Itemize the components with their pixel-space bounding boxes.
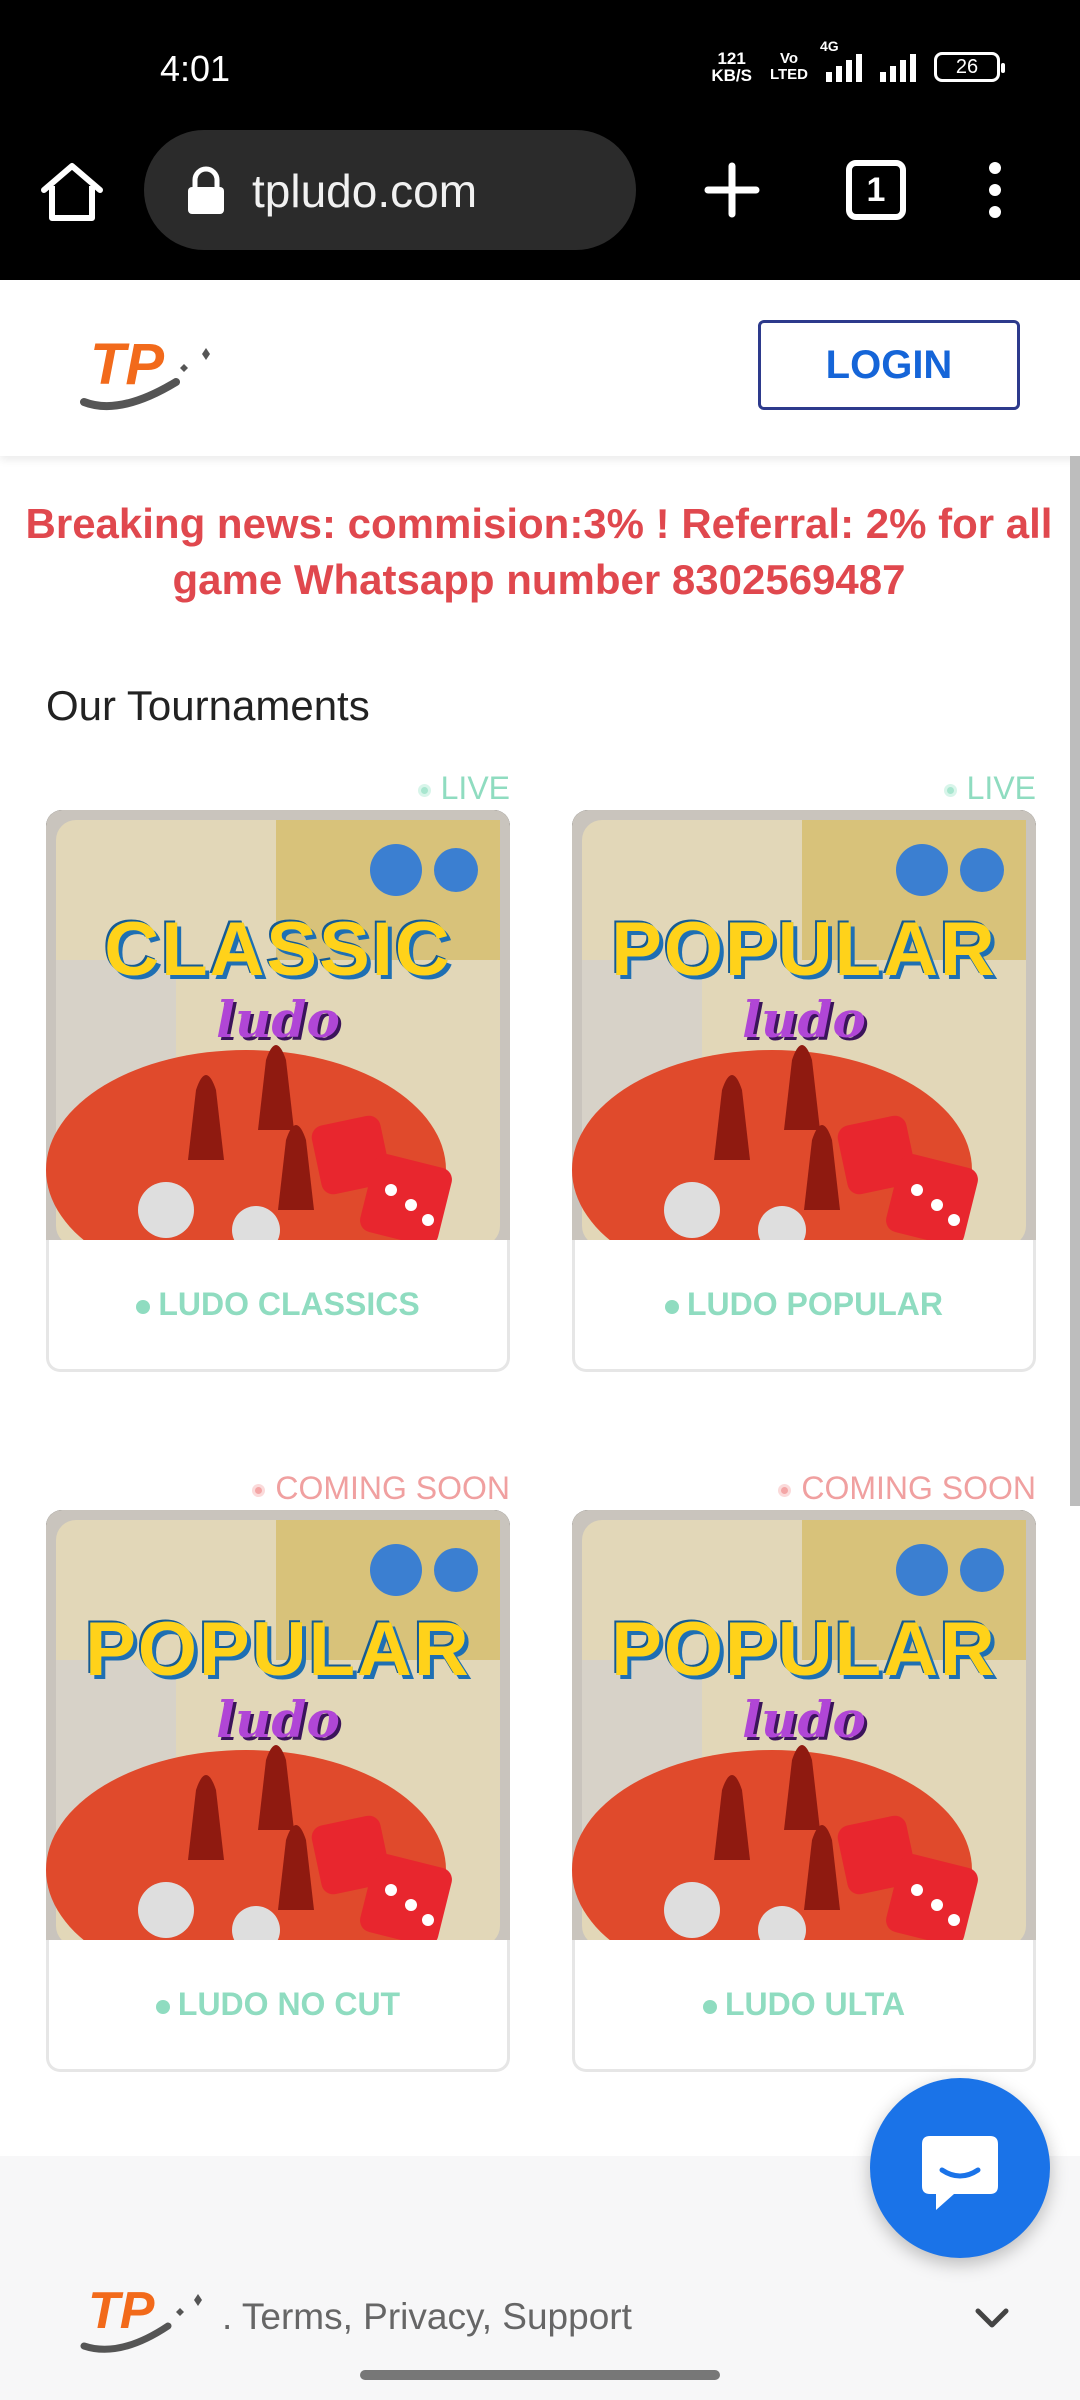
art-title: POPULAR (611, 907, 997, 992)
net-speed-value: 121 (717, 49, 746, 68)
net-speed: 121 KB/S (711, 50, 752, 84)
plus-icon[interactable] (702, 160, 762, 220)
status-label: COMING SOON (801, 1470, 1036, 1506)
signal-bars-2-icon (880, 52, 916, 82)
name-dot (702, 1999, 717, 2014)
chevron-down-icon[interactable] (972, 2298, 1012, 2338)
tabs-icon[interactable]: 1 (846, 160, 906, 220)
volte-top: Vo (779, 50, 798, 67)
chat-button[interactable] (870, 2078, 1050, 2258)
battery-icon: 26 (934, 52, 1005, 82)
art-title: POPULAR (611, 1607, 997, 1692)
card-name: LUDO CLASSICS (158, 1286, 420, 1322)
lock-icon (188, 166, 224, 214)
status-label: LIVE (440, 770, 510, 806)
volte-indicator: Vo LTED (770, 51, 808, 83)
card-name: LUDO POPULAR (687, 1286, 943, 1322)
name-dot (136, 1299, 151, 1314)
site-header: TP LOGIN (0, 280, 1080, 456)
tp-logo[interactable]: TP (80, 324, 220, 416)
url-text: tpludo.com (252, 165, 478, 217)
status-badge: LIVE (943, 770, 1036, 807)
status-badge: COMING SOON (778, 1470, 1036, 1507)
soon-dot (252, 1484, 266, 1498)
tournaments-title: Our Tournaments (46, 682, 370, 729)
status-label: LIVE (966, 770, 1036, 806)
chat-icon (922, 2136, 998, 2210)
art-subtitle: ludo (216, 1690, 340, 1749)
art-subtitle: ludo (216, 990, 340, 1049)
card-footer[interactable]: LUDO NO CUT (46, 1940, 510, 2072)
game-thumbnail[interactable]: CLASSIC ludo (46, 810, 510, 1256)
breaking-news: Breaking news: commision:3% ! Referral: … (25, 500, 1053, 603)
art-title: CLASSIC (104, 907, 452, 992)
art-subtitle: ludo (742, 1690, 866, 1749)
status-indicators: 121 KB/S Vo LTED 4G 26 (711, 38, 1005, 84)
soon-dot (778, 1484, 792, 1498)
card-footer[interactable]: LUDO CLASSICS (46, 1240, 510, 1372)
art-subtitle: ludo (742, 990, 866, 1049)
name-dot (155, 1999, 170, 2014)
footer-links[interactable]: . Terms, Privacy, Support (222, 2296, 632, 2338)
net-speed-unit: KB/S (711, 66, 752, 85)
page-root: 4:01 121 KB/S Vo LTED 4G 26 tpludo.com 1… (0, 0, 1080, 2400)
game-thumbnail[interactable]: POPULAR ludo (46, 1510, 510, 1956)
card-name: LUDO NO CUT (177, 1986, 401, 2022)
status-label: COMING SOON (275, 1470, 510, 1506)
status-badge: LIVE (417, 770, 510, 807)
live-dot (943, 784, 957, 798)
card-name: LUDO ULTA (724, 1986, 906, 2022)
browser-toolbar: tpludo.com 1 (0, 130, 1080, 280)
logo-text: TP (90, 332, 164, 397)
game-thumbnail[interactable]: POPULAR ludo (572, 810, 1036, 1256)
login-button[interactable]: LOGIN (758, 320, 1020, 410)
live-dot (417, 784, 431, 798)
game-thumbnail[interactable]: POPULAR ludo (572, 1510, 1036, 1956)
page-scrollbar[interactable] (1070, 456, 1080, 1506)
url-bar[interactable]: tpludo.com (144, 130, 636, 250)
status-badge: COMING SOON (252, 1470, 510, 1507)
home-icon[interactable] (38, 158, 106, 226)
art-title: POPULAR (85, 1607, 471, 1692)
name-dot (665, 1299, 679, 1314)
card-footer[interactable]: LUDO ULTA (572, 1940, 1036, 2072)
signal-4g: 4G (820, 38, 862, 82)
signal-bars-icon (826, 52, 862, 82)
network-type: 4G (820, 38, 839, 54)
card-footer[interactable]: LUDO POPULAR (572, 1240, 1036, 1372)
footer-tp-logo[interactable]: TP (80, 2276, 208, 2356)
status-bar: 4:01 121 KB/S Vo LTED 4G 26 (0, 0, 1080, 140)
volte-bottom: LTED (769, 66, 808, 83)
footer-logo-text: TP (88, 2282, 155, 2340)
gesture-nav-handle[interactable] (360, 2370, 720, 2380)
status-time: 4:01 (160, 48, 231, 89)
more-vert-icon[interactable] (980, 160, 1010, 220)
